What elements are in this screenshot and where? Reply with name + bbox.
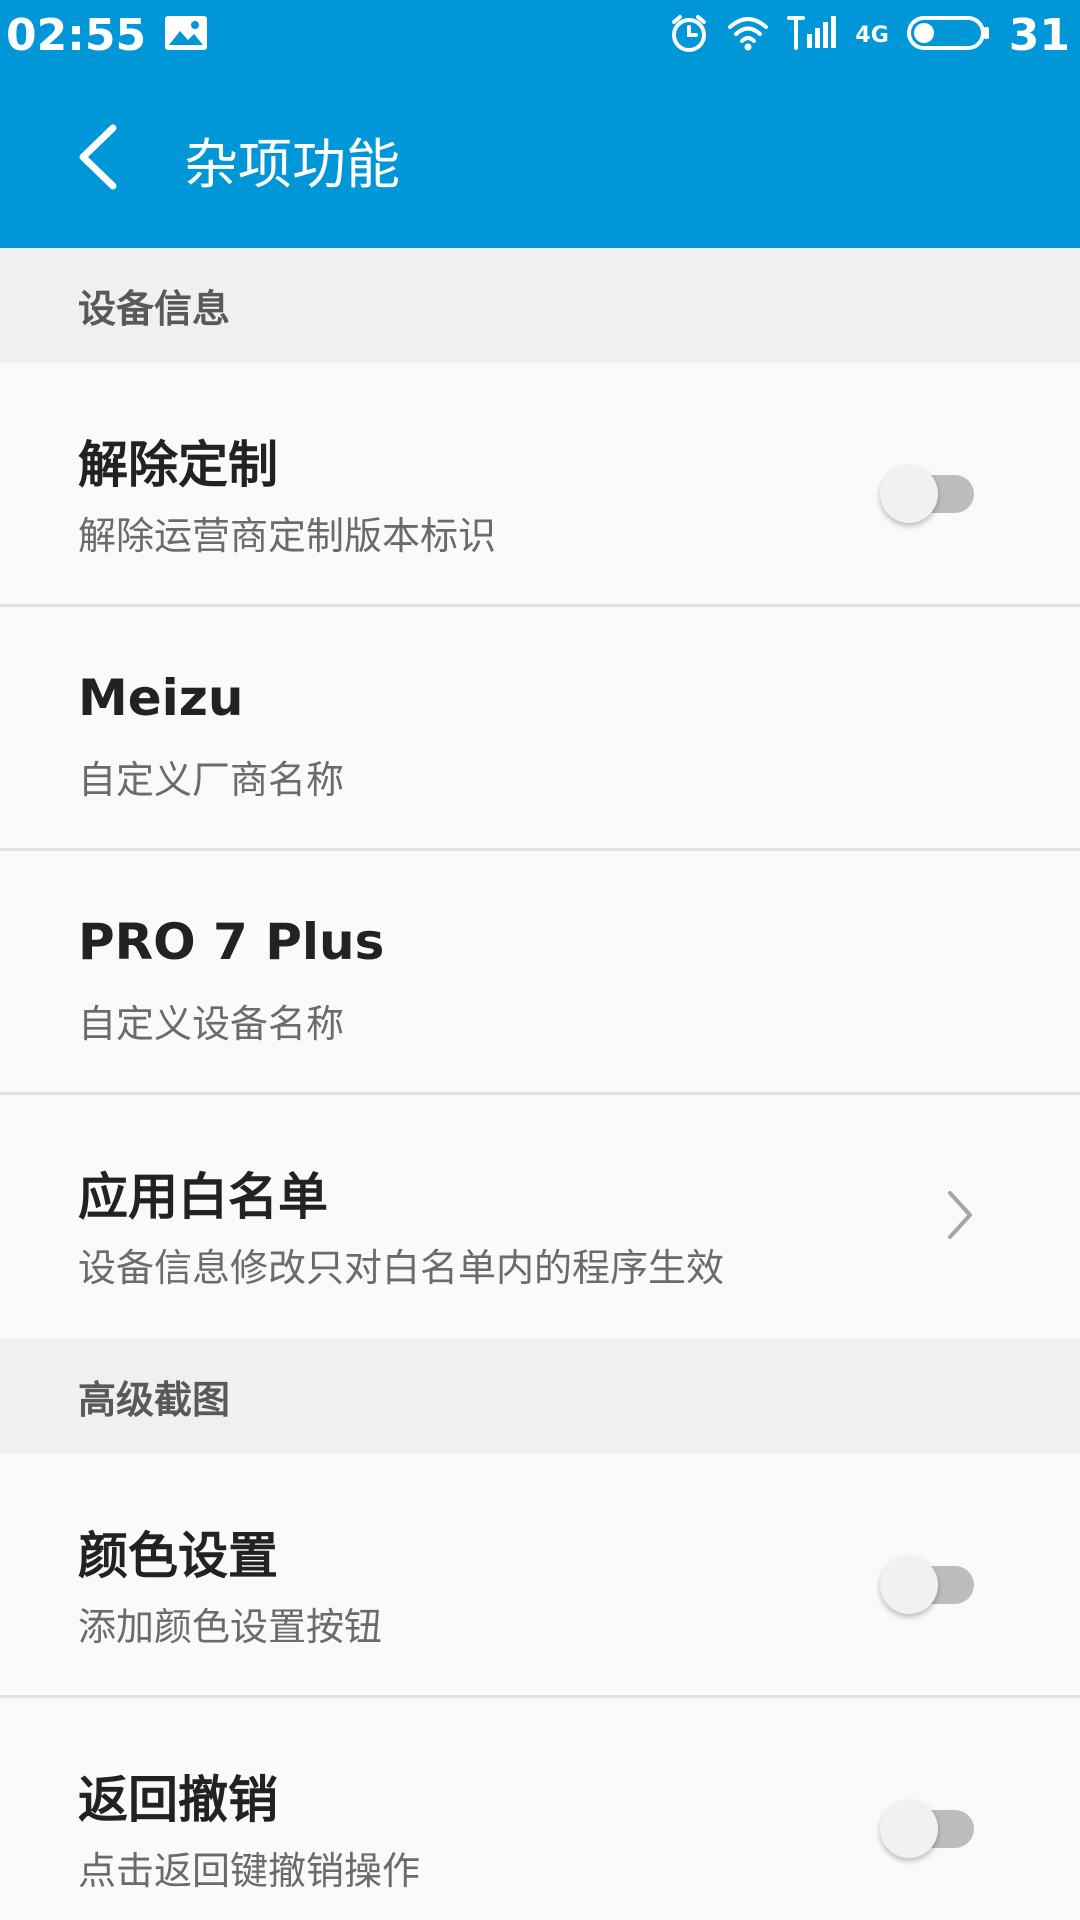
section-header-advanced-screenshot: 高级截图 bbox=[0, 1339, 1080, 1454]
setting-title: PRO 7 Plus bbox=[78, 913, 385, 971]
signal-icon bbox=[787, 14, 837, 56]
battery-icon bbox=[906, 15, 991, 55]
setting-remove-customization[interactable]: 解除定制 解除运营商定制版本标识 bbox=[0, 363, 1080, 607]
wifi-icon bbox=[727, 15, 769, 55]
status-right: 4G 31 bbox=[669, 10, 1070, 61]
setting-title: 颜色设置 bbox=[78, 1527, 278, 1585]
status-left: 02:55 bbox=[6, 10, 208, 61]
status-time: 02:55 bbox=[6, 9, 147, 61]
status-bar: 02:55 4G 31 bbox=[0, 0, 1080, 70]
setting-color-settings[interactable]: 颜色设置 添加颜色设置按钮 bbox=[0, 1454, 1080, 1698]
toggle-switch[interactable] bbox=[880, 1796, 974, 1858]
setting-back-undo[interactable]: 返回撤销 点击返回键撤销操作 bbox=[0, 1698, 1080, 1920]
setting-device-name[interactable]: PRO 7 Plus 自定义设备名称 bbox=[0, 851, 1080, 1095]
setting-app-whitelist[interactable]: 应用白名单 设备信息修改只对白名单内的程序生效 bbox=[0, 1095, 1080, 1339]
title-bar: 杂项功能 bbox=[0, 70, 1080, 248]
setting-subtitle: 自定义厂商名称 bbox=[78, 758, 345, 802]
image-icon bbox=[164, 15, 208, 55]
section-header-device-info: 设备信息 bbox=[0, 248, 1080, 363]
toggle-thumb bbox=[880, 1556, 938, 1614]
setting-subtitle: 自定义设备名称 bbox=[78, 1002, 345, 1046]
back-arrow-icon bbox=[75, 122, 119, 196]
toggle-switch[interactable] bbox=[880, 461, 974, 523]
toggle-switch[interactable] bbox=[880, 1552, 974, 1614]
setting-subtitle: 添加颜色设置按钮 bbox=[78, 1605, 383, 1649]
alarm-icon bbox=[669, 13, 709, 57]
setting-title: 返回撤销 bbox=[78, 1771, 278, 1829]
setting-manufacturer-name[interactable]: Meizu 自定义厂商名称 bbox=[0, 607, 1080, 851]
setting-title: Meizu bbox=[78, 669, 244, 727]
page-title: 杂项功能 bbox=[184, 132, 400, 196]
chevron-right-icon bbox=[940, 1185, 980, 1245]
setting-title: 解除定制 bbox=[78, 436, 278, 494]
setting-title: 应用白名单 bbox=[78, 1168, 328, 1226]
back-button[interactable] bbox=[62, 114, 132, 204]
toggle-thumb bbox=[880, 1800, 938, 1858]
top-app-bar: 02:55 4G 31 杂项功能 bbox=[0, 0, 1080, 248]
battery-level: 31 bbox=[1008, 9, 1070, 61]
setting-subtitle: 解除运营商定制版本标识 bbox=[78, 514, 497, 558]
app-screen: 02:55 4G 31 杂项功能 设备信息 解除定制 解除运营商定制版本标识 M… bbox=[0, 0, 1080, 1920]
setting-subtitle: 设备信息修改只对白名单内的程序生效 bbox=[78, 1246, 725, 1290]
setting-subtitle: 点击返回键撤销操作 bbox=[78, 1849, 421, 1893]
toggle-thumb bbox=[880, 465, 938, 523]
network-type: 4G bbox=[855, 22, 889, 48]
